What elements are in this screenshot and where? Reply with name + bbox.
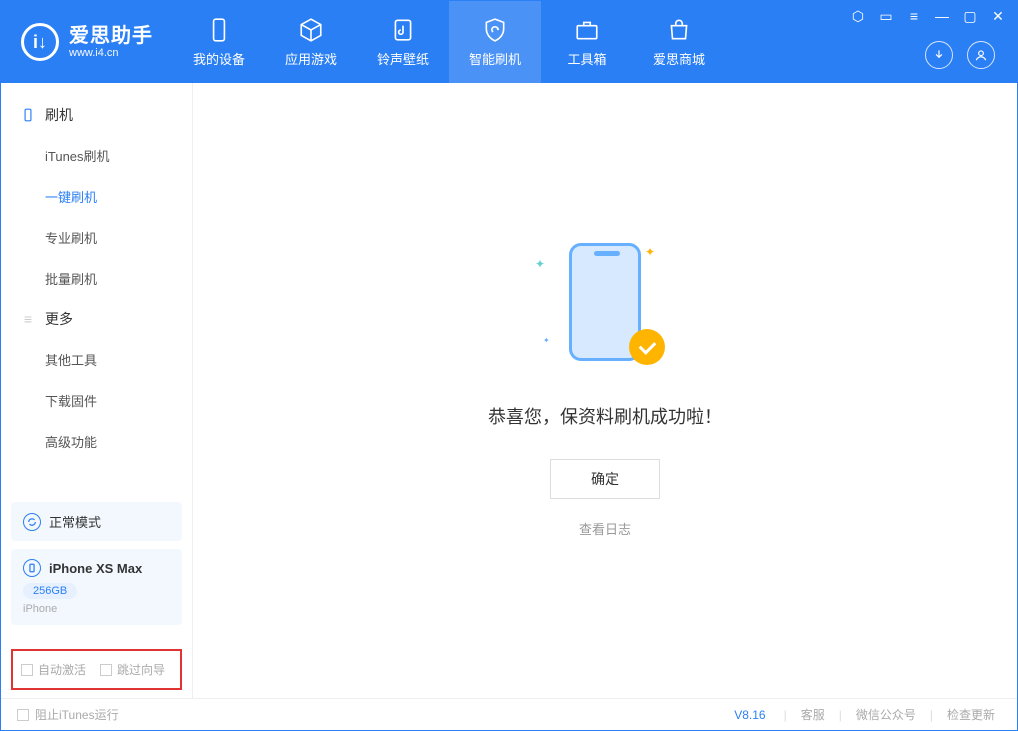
cube-icon	[298, 17, 324, 43]
view-log-link[interactable]: 查看日志	[579, 519, 631, 538]
separator: |	[839, 708, 842, 722]
device-icon	[206, 17, 232, 43]
check-badge-icon	[629, 329, 665, 365]
wechat-link[interactable]: 微信公众号	[850, 706, 922, 723]
sidebar-section-more[interactable]: ≡ 更多	[1, 299, 192, 339]
app-title: 爱思助手	[69, 25, 153, 47]
header-actions	[925, 41, 995, 69]
checkbox-icon	[17, 709, 29, 721]
separator: |	[930, 708, 933, 722]
mode-label: 正常模式	[49, 512, 101, 531]
header: i↓ 爱思助手 www.i4.cn 我的设备 应用游戏 铃声壁纸 智能刷机 工具…	[1, 1, 1017, 83]
note-icon[interactable]: ▭	[879, 9, 893, 23]
sparkle-icon: ✦	[645, 245, 655, 259]
tab-store[interactable]: 爱思商城	[633, 1, 725, 83]
tab-smart-flash[interactable]: 智能刷机	[449, 1, 541, 83]
checkbox-icon	[100, 664, 112, 676]
tab-label: 爱思商城	[653, 49, 705, 68]
checkbox-label: 跳过向导	[117, 661, 165, 678]
user-button[interactable]	[967, 41, 995, 69]
sidebar-item-pro-flash[interactable]: 专业刷机	[45, 217, 192, 258]
list-icon: ≡	[21, 312, 35, 326]
logo-icon: i↓	[21, 23, 59, 61]
download-button[interactable]	[925, 41, 953, 69]
app-subtitle: www.i4.cn	[69, 47, 153, 59]
device-type: iPhone	[23, 603, 170, 615]
checkbox-label: 阻止iTunes运行	[35, 706, 119, 723]
sidebar-section-flash[interactable]: 刷机	[1, 95, 192, 135]
sidebar-item-other-tools[interactable]: 其他工具	[45, 339, 192, 380]
block-itunes-checkbox[interactable]: 阻止iTunes运行	[17, 706, 119, 723]
skip-guide-checkbox[interactable]: 跳过向导	[100, 661, 165, 678]
success-message: 恭喜您，保资料刷机成功啦！	[488, 403, 722, 429]
tab-toolbox[interactable]: 工具箱	[541, 1, 633, 83]
sidebar-item-oneclick-flash[interactable]: 一键刷机	[45, 176, 192, 217]
sync-icon	[23, 513, 41, 531]
ok-button[interactable]: 确定	[550, 459, 660, 499]
device-card[interactable]: iPhone XS Max 256GB iPhone	[11, 549, 182, 625]
sidebar-item-itunes-flash[interactable]: iTunes刷机	[45, 135, 192, 176]
window-controls: ⬡ ▭ ≡ ― ▢ ✕	[851, 9, 1005, 23]
tab-label: 应用游戏	[285, 49, 337, 68]
menu-icon[interactable]: ≡	[907, 9, 921, 23]
checkbox-label: 自动激活	[38, 661, 86, 678]
device-name: iPhone XS Max	[49, 561, 142, 576]
tab-label: 铃声壁纸	[377, 49, 429, 68]
options-box: 自动激活 跳过向导	[11, 649, 182, 690]
main-content: ✦ ✦ ✦ 恭喜您，保资料刷机成功啦！ 确定 查看日志	[193, 83, 1017, 698]
tshirt-icon[interactable]: ⬡	[851, 9, 865, 23]
tab-my-device[interactable]: 我的设备	[173, 1, 265, 83]
bag-icon	[666, 17, 692, 43]
phone-small-icon	[23, 559, 41, 577]
check-update-link[interactable]: 检查更新	[941, 706, 1001, 723]
tab-ringtone-wallpaper[interactable]: 铃声壁纸	[357, 1, 449, 83]
sidebar-item-advanced[interactable]: 高级功能	[45, 421, 192, 462]
separator: |	[784, 708, 787, 722]
tab-apps-games[interactable]: 应用游戏	[265, 1, 357, 83]
checkbox-icon	[21, 664, 33, 676]
maximize-button[interactable]: ▢	[963, 9, 977, 23]
tab-label: 工具箱	[567, 49, 606, 68]
version-label: V8.16	[734, 708, 765, 722]
auto-activate-checkbox[interactable]: 自动激活	[21, 661, 86, 678]
sidebar-item-download-firmware[interactable]: 下载固件	[45, 380, 192, 421]
storage-badge: 256GB	[23, 583, 77, 599]
sparkle-icon: ✦	[535, 257, 545, 271]
tab-label: 智能刷机	[469, 49, 521, 68]
sidebar: 刷机 iTunes刷机 一键刷机 专业刷机 批量刷机 ≡ 更多 其他工具 下载固…	[1, 83, 193, 698]
footer: 阻止iTunes运行 V8.16 | 客服 | 微信公众号 | 检查更新	[1, 698, 1017, 730]
section-label: 刷机	[45, 105, 73, 125]
logo-area: i↓ 爱思助手 www.i4.cn	[1, 1, 173, 83]
minimize-button[interactable]: ―	[935, 9, 949, 23]
briefcase-icon	[574, 17, 600, 43]
mode-card[interactable]: 正常模式	[11, 502, 182, 541]
sidebar-item-batch-flash[interactable]: 批量刷机	[45, 258, 192, 299]
music-file-icon	[390, 17, 416, 43]
support-link[interactable]: 客服	[795, 706, 831, 723]
main-tabs: 我的设备 应用游戏 铃声壁纸 智能刷机 工具箱 爱思商城	[173, 1, 725, 83]
shield-sync-icon	[482, 17, 508, 43]
tab-label: 我的设备	[193, 49, 245, 68]
sparkle-icon: ✦	[543, 336, 550, 345]
section-label: 更多	[45, 309, 73, 329]
phone-icon	[21, 108, 35, 122]
success-illustration: ✦ ✦ ✦	[525, 243, 685, 373]
close-button[interactable]: ✕	[991, 9, 1005, 23]
